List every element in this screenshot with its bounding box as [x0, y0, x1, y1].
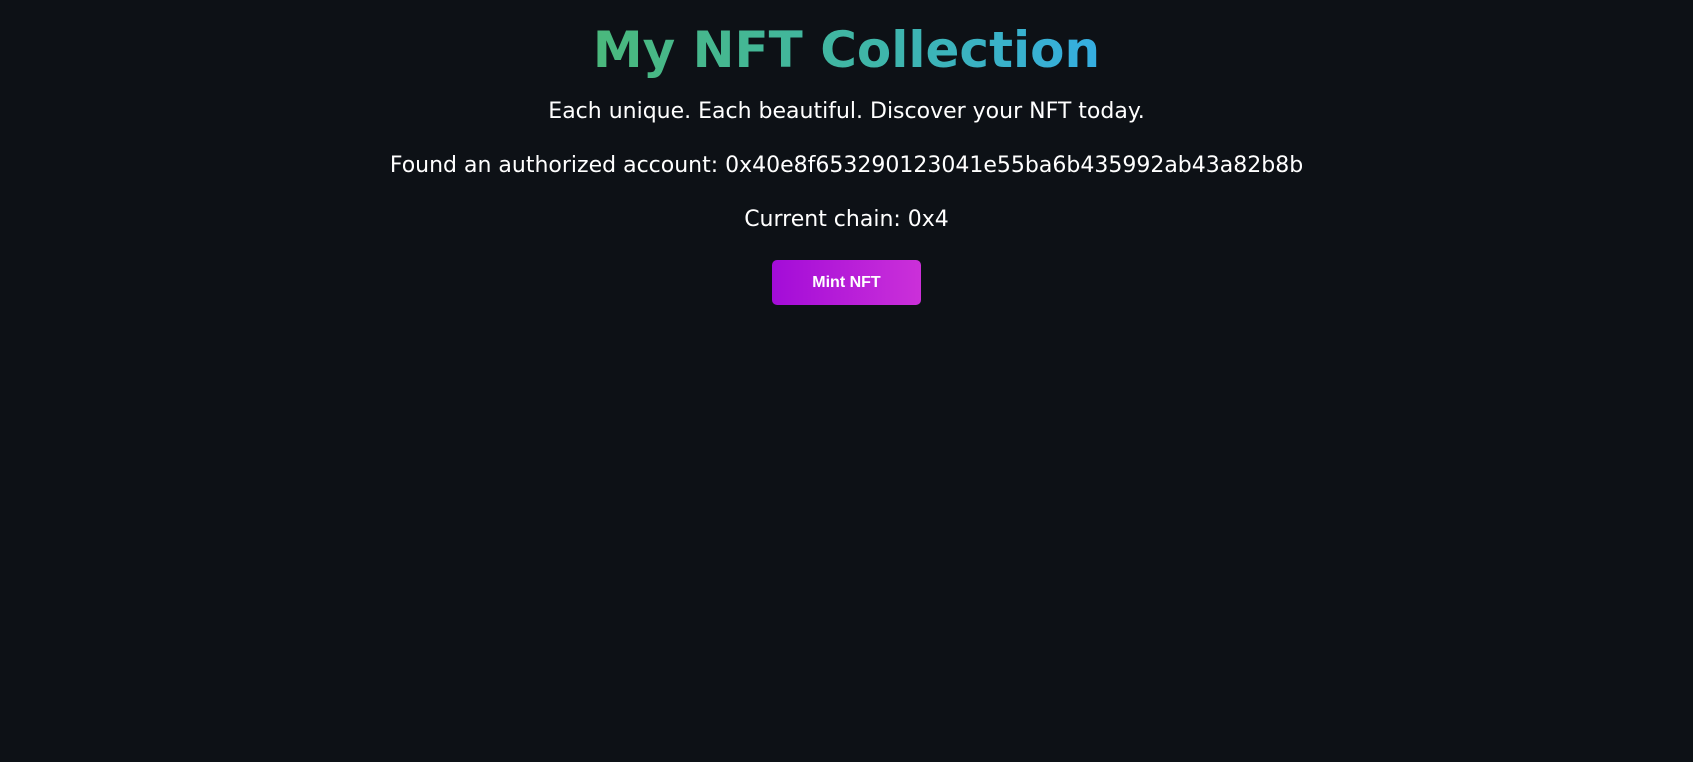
mint-nft-button[interactable]: Mint NFT [772, 260, 921, 305]
tagline: Each unique. Each beautiful. Discover yo… [548, 99, 1145, 124]
app-container: My NFT Collection Each unique. Each beau… [0, 0, 1693, 305]
account-status: Found an authorized account: 0x40e8f6532… [389, 153, 1304, 178]
chain-status: Current chain: 0x4 [744, 207, 949, 232]
page-title: My NFT Collection [592, 21, 1101, 79]
